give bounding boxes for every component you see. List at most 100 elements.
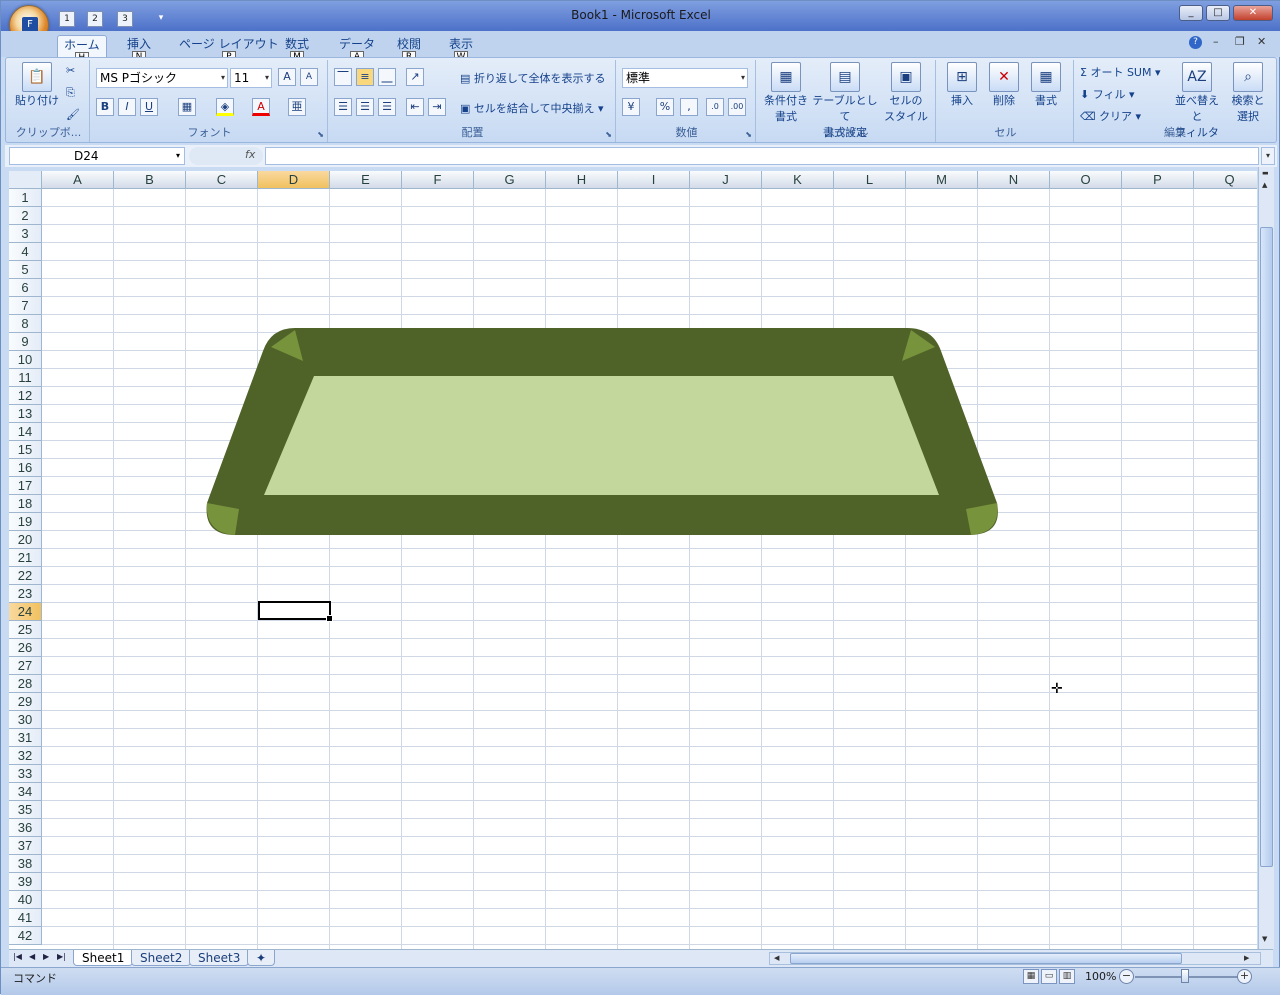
align-bottom-icon[interactable]: ⎽ <box>378 68 396 86</box>
ribbon-restore-icon[interactable]: ❐ <box>1235 35 1245 48</box>
fill-color-icon[interactable]: ◈ <box>216 98 234 116</box>
scroll-left-icon[interactable]: ◀ <box>774 954 779 962</box>
find-select-button[interactable]: ⌕ 検索と 選択 <box>1226 62 1270 124</box>
ribbon: 📋 貼り付け ✂ ⎘ 🖌 クリップボ... MS Pゴシック ▾ 11 ▾ A A … <box>5 57 1277 143</box>
borders-icon[interactable]: ▦ <box>178 98 196 116</box>
zoom-in-icon[interactable]: + <box>1237 969 1252 984</box>
tab-view[interactable]: 表示W <box>443 35 479 63</box>
align-middle-icon[interactable]: ≡ <box>356 68 374 86</box>
redo-qat-button[interactable]: 3 <box>117 11 133 27</box>
conditional-format-button[interactable]: ▦ 条件付き 書式 <box>760 62 812 124</box>
percent-button[interactable]: % <box>656 98 674 116</box>
fill-button[interactable]: ⬇ フィル ▾ <box>1080 86 1135 102</box>
cell-styles-button[interactable]: ▣ セルの スタイル <box>880 62 932 124</box>
delete-cells-button[interactable]: ✕ 削除 <box>984 62 1024 108</box>
active-cell-d24[interactable] <box>258 601 333 622</box>
alignment-label: 配置 <box>461 126 484 139</box>
format-cells-button[interactable]: ▦ 書式 <box>1026 62 1066 108</box>
eraser-icon: ⌫ <box>1080 110 1100 123</box>
scroll-up-icon[interactable]: ▲ <box>1262 181 1267 189</box>
normal-view-icon[interactable]: ▦ <box>1023 969 1039 984</box>
horizontal-scrollbar[interactable]: ◀ ▶ <box>769 952 1261 965</box>
underline-button[interactable]: U <box>140 98 158 116</box>
currency-icon[interactable]: ¥ <box>622 98 640 116</box>
qat-customize-button[interactable]: ▾ <box>153 11 169 27</box>
wrap-text-button[interactable]: ▤ 折り返して全体を表示する <box>460 70 606 86</box>
comma-button[interactable]: , <box>680 98 698 116</box>
font-color-icon[interactable]: A <box>252 98 270 116</box>
cell-cursor-icon: ✛ <box>1051 681 1063 697</box>
zoom-level[interactable]: 100% <box>1085 970 1116 983</box>
number-dialog-launcher-icon[interactable]: ⬊ <box>745 130 752 139</box>
align-center-icon[interactable]: ☰ <box>356 98 374 116</box>
insert-cells-button[interactable]: ⊞ 挿入 <box>942 62 982 108</box>
clear-button[interactable]: ⌫ クリア ▾ <box>1080 108 1141 124</box>
tab-data[interactable]: データA <box>333 35 381 63</box>
vertical-scrollbar[interactable]: ▬ ▲ ▼ <box>1258 167 1274 949</box>
paste-button[interactable]: 📋 貼り付け <box>14 62 60 108</box>
format-painter-icon[interactable]: 🖌 <box>66 108 80 121</box>
split-box-icon[interactable]: ▬ <box>1262 169 1269 177</box>
next-sheet-icon[interactable]: ▶ <box>43 952 49 961</box>
horizontal-scroll-thumb[interactable] <box>790 953 1182 964</box>
vertical-scroll-thumb[interactable] <box>1260 227 1273 867</box>
merge-center-button[interactable]: ▣ セルを結合して中央揃え ▾ <box>460 100 604 116</box>
editing-label: 編集 <box>1164 126 1186 139</box>
copy-icon[interactable]: ⎘ <box>66 86 75 100</box>
insert-cells-icon: ⊞ <box>947 62 977 92</box>
tab-formulas[interactable]: 数式M <box>279 35 315 63</box>
zoom-slider-thumb[interactable] <box>1181 969 1189 983</box>
tab-review[interactable]: 校閲R <box>391 35 427 63</box>
font-dialog-launcher-icon[interactable]: ⬊ <box>317 130 324 139</box>
insert-sheet-icon[interactable]: ✦ <box>247 950 276 966</box>
undo-qat-button[interactable]: 2 <box>87 11 103 27</box>
font-name-select[interactable]: MS Pゴシック ▾ <box>96 68 228 88</box>
increase-indent-icon[interactable]: ⇥ <box>428 98 446 116</box>
page-layout-view-icon[interactable]: ▭ <box>1041 969 1057 984</box>
sheet-tab-2[interactable]: Sheet2 <box>131 950 192 966</box>
sheet-tab-1[interactable]: Sheet1 <box>73 950 134 966</box>
name-box[interactable]: D24 ▾ <box>9 147 185 165</box>
number-format-select[interactable]: 標準 ▾ <box>622 68 748 88</box>
scroll-right-icon[interactable]: ▶ <box>1244 954 1249 962</box>
phonetic-icon[interactable]: 亜 <box>288 98 306 116</box>
first-sheet-icon[interactable]: |◀ <box>13 952 22 961</box>
scroll-down-icon[interactable]: ▼ <box>1262 935 1267 943</box>
align-left-icon[interactable]: ☰ <box>334 98 352 116</box>
font-size-select[interactable]: 11 ▾ <box>230 68 272 88</box>
orientation-icon[interactable]: ↗ <box>406 68 424 86</box>
zoom-out-icon[interactable]: − <box>1119 969 1134 984</box>
minimize-button[interactable]: _ <box>1179 5 1203 21</box>
help-icon[interactable]: ? <box>1189 36 1202 49</box>
italic-button[interactable]: I <box>118 98 136 116</box>
prev-sheet-icon[interactable]: ◀ <box>29 952 35 961</box>
bold-button[interactable]: B <box>96 98 114 116</box>
cut-icon[interactable]: ✂ <box>66 64 75 77</box>
last-sheet-icon[interactable]: ▶| <box>57 952 66 961</box>
increase-decimal-icon[interactable]: .0 <box>706 98 724 116</box>
align-right-icon[interactable]: ☰ <box>378 98 396 116</box>
formula-input[interactable] <box>265 147 1259 165</box>
expand-formula-bar-icon[interactable]: ▾ <box>1261 147 1275 165</box>
decrease-indent-icon[interactable]: ⇤ <box>406 98 424 116</box>
save-qat-button[interactable]: 1 <box>59 11 75 27</box>
decrease-decimal-icon[interactable]: .00 <box>728 98 746 116</box>
tab-insert[interactable]: 挿入N <box>121 35 157 63</box>
clipboard-group: 📋 貼り付け ✂ ⎘ 🖌 クリップボ... <box>8 60 90 142</box>
ribbon-close-icon[interactable]: ✕ <box>1257 35 1266 48</box>
page-break-view-icon[interactable]: ▥ <box>1059 969 1075 984</box>
shrink-font-button[interactable]: A <box>300 68 318 86</box>
fill-down-icon: ⬇ <box>1080 88 1093 101</box>
tab-home[interactable]: ホームH <box>57 35 107 64</box>
close-button[interactable]: ✕ <box>1233 5 1273 21</box>
ribbon-minimize-icon[interactable]: – <box>1213 35 1219 48</box>
align-top-icon[interactable]: ⎺ <box>334 68 352 86</box>
trapezoid-bevel-shape[interactable] <box>9 171 1257 949</box>
maximize-button[interactable]: □ <box>1206 5 1230 21</box>
sheet-tab-3[interactable]: Sheet3 <box>189 950 250 966</box>
grow-font-button[interactable]: A <box>278 68 296 86</box>
alignment-dialog-launcher-icon[interactable]: ⬊ <box>605 130 612 139</box>
tab-page-layout[interactable]: ページ レイアウトP <box>173 35 285 63</box>
autosum-button[interactable]: Σ オート SUM ▾ <box>1080 64 1161 80</box>
insert-function-button[interactable]: fx <box>189 147 263 165</box>
